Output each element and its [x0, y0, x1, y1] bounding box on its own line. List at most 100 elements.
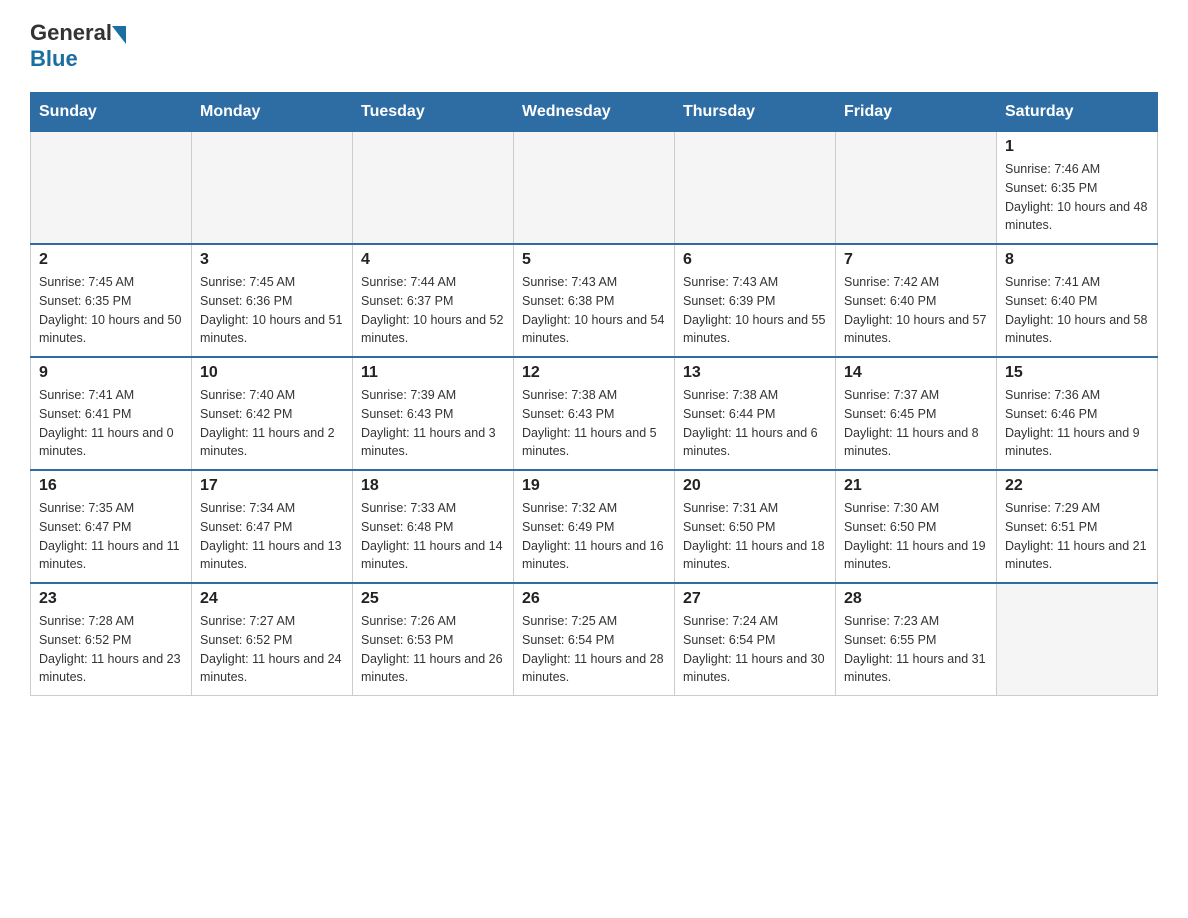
day-number: 26 — [522, 590, 666, 608]
calendar-day: 5 Sunrise: 7:43 AMSunset: 6:38 PMDaylight… — [514, 244, 675, 357]
calendar-day — [514, 132, 675, 245]
day-number: 22 — [1005, 477, 1149, 495]
calendar-day — [192, 132, 353, 245]
calendar-day: 3 Sunrise: 7:45 AMSunset: 6:36 PMDaylight… — [192, 244, 353, 357]
day-number: 13 — [683, 364, 827, 382]
day-number: 1 — [1005, 138, 1149, 156]
day-header-sunday: Sunday — [31, 93, 192, 132]
calendar-table: SundayMondayTuesdayWednesdayThursdayFrid… — [30, 92, 1158, 696]
day-info: Sunrise: 7:33 AMSunset: 6:48 PMDaylight:… — [361, 499, 505, 574]
calendar-day — [997, 583, 1158, 696]
calendar-day: 20 Sunrise: 7:31 AMSunset: 6:50 PMDayligh… — [675, 470, 836, 583]
day-info: Sunrise: 7:41 AMSunset: 6:40 PMDaylight:… — [1005, 273, 1149, 348]
day-number: 28 — [844, 590, 988, 608]
calendar-day: 28 Sunrise: 7:23 AMSunset: 6:55 PMDayligh… — [836, 583, 997, 696]
day-info: Sunrise: 7:38 AMSunset: 6:44 PMDaylight:… — [683, 386, 827, 461]
calendar-day: 18 Sunrise: 7:33 AMSunset: 6:48 PMDayligh… — [353, 470, 514, 583]
day-info: Sunrise: 7:35 AMSunset: 6:47 PMDaylight:… — [39, 499, 183, 574]
day-number: 4 — [361, 251, 505, 269]
day-info: Sunrise: 7:44 AMSunset: 6:37 PMDaylight:… — [361, 273, 505, 348]
day-info: Sunrise: 7:43 AMSunset: 6:39 PMDaylight:… — [683, 273, 827, 348]
calendar-day — [31, 132, 192, 245]
calendar-day: 9Sunrise: 7:41 AMSunset: 6:41 PMDaylight… — [31, 357, 192, 470]
day-number: 12 — [522, 364, 666, 382]
day-info: Sunrise: 7:37 AMSunset: 6:45 PMDaylight:… — [844, 386, 988, 461]
day-info: Sunrise: 7:40 AMSunset: 6:42 PMDaylight:… — [200, 386, 344, 461]
logo: General Blue — [30, 20, 126, 72]
day-info: Sunrise: 7:36 AMSunset: 6:46 PMDaylight:… — [1005, 386, 1149, 461]
day-info: Sunrise: 7:32 AMSunset: 6:49 PMDaylight:… — [522, 499, 666, 574]
page-header: General Blue — [30, 20, 1158, 72]
day-info: Sunrise: 7:39 AMSunset: 6:43 PMDaylight:… — [361, 386, 505, 461]
calendar-day: 23 Sunrise: 7:28 AMSunset: 6:52 PMDayligh… — [31, 583, 192, 696]
calendar-header-row: SundayMondayTuesdayWednesdayThursdayFrid… — [31, 93, 1158, 132]
day-info: Sunrise: 7:31 AMSunset: 6:50 PMDaylight:… — [683, 499, 827, 574]
calendar-day: 19 Sunrise: 7:32 AMSunset: 6:49 PMDayligh… — [514, 470, 675, 583]
day-number: 8 — [1005, 251, 1149, 269]
calendar-day — [353, 132, 514, 245]
day-info: Sunrise: 7:29 AMSunset: 6:51 PMDaylight:… — [1005, 499, 1149, 574]
day-number: 5 — [522, 251, 666, 269]
calendar-day — [675, 132, 836, 245]
day-info: Sunrise: 7:25 AMSunset: 6:54 PMDaylight:… — [522, 612, 666, 687]
calendar-day: 10 Sunrise: 7:40 AMSunset: 6:42 PMDayligh… — [192, 357, 353, 470]
calendar-day: 16 Sunrise: 7:35 AMSunset: 6:47 PMDayligh… — [31, 470, 192, 583]
calendar-day: 1Sunrise: 7:46 AMSunset: 6:35 PMDaylight… — [997, 132, 1158, 245]
day-info: Sunrise: 7:28 AMSunset: 6:52 PMDaylight:… — [39, 612, 183, 687]
calendar-day: 17 Sunrise: 7:34 AMSunset: 6:47 PMDayligh… — [192, 470, 353, 583]
day-number: 23 — [39, 590, 183, 608]
calendar-day: 27 Sunrise: 7:24 AMSunset: 6:54 PMDayligh… — [675, 583, 836, 696]
day-info: Sunrise: 7:24 AMSunset: 6:54 PMDaylight:… — [683, 612, 827, 687]
calendar-day: 2 Sunrise: 7:45 AMSunset: 6:35 PMDaylight… — [31, 244, 192, 357]
day-number: 25 — [361, 590, 505, 608]
logo-arrow-icon — [112, 26, 126, 44]
calendar-day: 12Sunrise: 7:38 AMSunset: 6:43 PMDayligh… — [514, 357, 675, 470]
day-number: 17 — [200, 477, 344, 495]
calendar-day: 4 Sunrise: 7:44 AMSunset: 6:37 PMDaylight… — [353, 244, 514, 357]
day-info: Sunrise: 7:45 AMSunset: 6:36 PMDaylight:… — [200, 273, 344, 348]
day-number: 14 — [844, 364, 988, 382]
day-number: 6 — [683, 251, 827, 269]
calendar-day: 21 Sunrise: 7:30 AMSunset: 6:50 PMDayligh… — [836, 470, 997, 583]
logo-blue-text: Blue — [30, 46, 78, 72]
day-info: Sunrise: 7:23 AMSunset: 6:55 PMDaylight:… — [844, 612, 988, 687]
day-number: 16 — [39, 477, 183, 495]
day-info: Sunrise: 7:43 AMSunset: 6:38 PMDaylight:… — [522, 273, 666, 348]
calendar-week-row: 16 Sunrise: 7:35 AMSunset: 6:47 PMDayligh… — [31, 470, 1158, 583]
day-header-thursday: Thursday — [675, 93, 836, 132]
day-info: Sunrise: 7:34 AMSunset: 6:47 PMDaylight:… — [200, 499, 344, 574]
day-number: 24 — [200, 590, 344, 608]
calendar-week-row: 1Sunrise: 7:46 AMSunset: 6:35 PMDaylight… — [31, 132, 1158, 245]
calendar-day: 14 Sunrise: 7:37 AMSunset: 6:45 PMDayligh… — [836, 357, 997, 470]
calendar-day: 22 Sunrise: 7:29 AMSunset: 6:51 PMDayligh… — [997, 470, 1158, 583]
calendar-day: 11Sunrise: 7:39 AMSunset: 6:43 PMDayligh… — [353, 357, 514, 470]
day-number: 27 — [683, 590, 827, 608]
day-number: 19 — [522, 477, 666, 495]
day-header-saturday: Saturday — [997, 93, 1158, 132]
day-number: 18 — [361, 477, 505, 495]
day-number: 3 — [200, 251, 344, 269]
day-number: 15 — [1005, 364, 1149, 382]
day-info: Sunrise: 7:41 AMSunset: 6:41 PMDaylight:… — [39, 386, 183, 461]
calendar-day: 6 Sunrise: 7:43 AMSunset: 6:39 PMDaylight… — [675, 244, 836, 357]
day-info: Sunrise: 7:42 AMSunset: 6:40 PMDaylight:… — [844, 273, 988, 348]
logo-general-text: General — [30, 20, 112, 46]
day-header-wednesday: Wednesday — [514, 93, 675, 132]
day-header-tuesday: Tuesday — [353, 93, 514, 132]
day-number: 20 — [683, 477, 827, 495]
day-number: 10 — [200, 364, 344, 382]
calendar-week-row: 9Sunrise: 7:41 AMSunset: 6:41 PMDaylight… — [31, 357, 1158, 470]
calendar-day: 25Sunrise: 7:26 AMSunset: 6:53 PMDayligh… — [353, 583, 514, 696]
calendar-week-row: 23 Sunrise: 7:28 AMSunset: 6:52 PMDayligh… — [31, 583, 1158, 696]
day-info: Sunrise: 7:45 AMSunset: 6:35 PMDaylight:… — [39, 273, 183, 348]
calendar-day: 13 Sunrise: 7:38 AMSunset: 6:44 PMDayligh… — [675, 357, 836, 470]
day-number: 21 — [844, 477, 988, 495]
calendar-day: 8 Sunrise: 7:41 AMSunset: 6:40 PMDaylight… — [997, 244, 1158, 357]
calendar-day: 26 Sunrise: 7:25 AMSunset: 6:54 PMDayligh… — [514, 583, 675, 696]
calendar-day — [836, 132, 997, 245]
day-number: 7 — [844, 251, 988, 269]
day-number: 2 — [39, 251, 183, 269]
calendar-week-row: 2 Sunrise: 7:45 AMSunset: 6:35 PMDaylight… — [31, 244, 1158, 357]
day-info: Sunrise: 7:30 AMSunset: 6:50 PMDaylight:… — [844, 499, 988, 574]
day-header-friday: Friday — [836, 93, 997, 132]
